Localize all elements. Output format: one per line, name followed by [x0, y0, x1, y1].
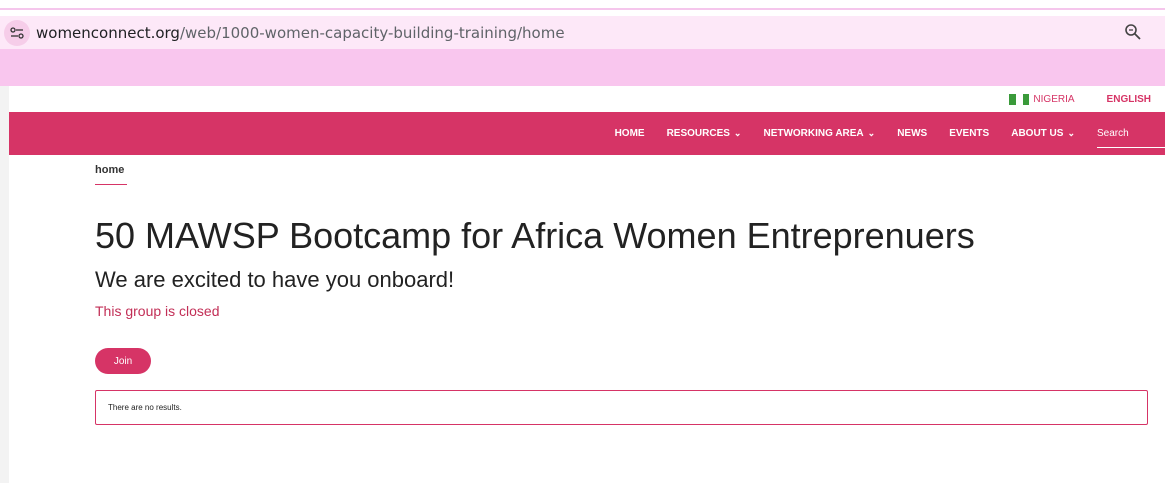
nav-news-label: NEWS: [897, 128, 928, 139]
country-selector[interactable]: NIGERIA: [1033, 94, 1074, 105]
nav-events[interactable]: EVENTS: [949, 128, 989, 139]
flag-stripe-middle: [1016, 93, 1023, 105]
tune-icon[interactable]: [4, 20, 30, 46]
main-navbar: HOME RESOURCES ⌄ NETWORKING AREA ⌄ NEWS EV…: [9, 112, 1165, 155]
nav-home[interactable]: HOME: [615, 128, 645, 139]
search-underline: [1097, 147, 1165, 148]
chevron-down-icon: ⌄: [1067, 128, 1075, 138]
page-title: 50 MAWSP Bootcamp for Africa Women Entre…: [95, 215, 975, 256]
flag-stripe-right: [1022, 93, 1030, 105]
nav-resources[interactable]: RESOURCES ⌄: [667, 128, 742, 139]
nav-about-us[interactable]: ABOUT US ⌄: [1011, 128, 1075, 139]
search-placeholder: Search: [1097, 128, 1129, 139]
results-panel: There are no results.: [95, 390, 1148, 425]
nav-about-us-label: ABOUT US: [1011, 128, 1064, 139]
zoom-icon-glyph: [1125, 24, 1141, 40]
breadcrumb[interactable]: home: [95, 164, 124, 176]
url-domain: womenconnect.org: [36, 24, 180, 42]
browser-top-accent: [0, 8, 1165, 10]
join-button[interactable]: Join: [95, 348, 151, 374]
address-bar[interactable]: womenconnect.org/web/1000-women-capacity…: [0, 16, 1165, 49]
no-results-text: There are no results.: [108, 403, 182, 412]
web-page: NIGERIA ENGLISH HOME RESOURCES ⌄ NETWORKI…: [9, 86, 1165, 483]
flag-stripe-left: [1009, 93, 1017, 105]
chevron-down-icon: ⌄: [733, 128, 742, 138]
browser-tab-strip: [0, 49, 1165, 86]
tune-icon-glyph: [10, 27, 24, 39]
page-subtitle: We are excited to have you onboard!: [95, 267, 455, 292]
nav-resources-label: RESOURCES: [666, 128, 730, 139]
page-gutter: [0, 86, 9, 483]
nav-networking-area-label: NETWORKING AREA: [763, 128, 864, 139]
breadcrumb-underline: [95, 184, 127, 185]
group-status: This group is closed: [95, 303, 220, 319]
nav-home-label: HOME: [614, 128, 645, 139]
url-text[interactable]: womenconnect.org/web/1000-women-capacity…: [36, 24, 565, 42]
nav-news[interactable]: NEWS: [897, 128, 927, 139]
language-bar: NIGERIA ENGLISH: [1009, 86, 1165, 112]
search-input[interactable]: Search: [1097, 112, 1165, 155]
zoom-icon[interactable]: [1123, 22, 1143, 42]
nav-items: HOME RESOURCES ⌄ NETWORKING AREA ⌄ NEWS EV…: [615, 112, 1165, 155]
nigeria-flag-icon: [1009, 93, 1030, 105]
language-selector[interactable]: ENGLISH: [1107, 94, 1151, 105]
nav-networking-area[interactable]: NETWORKING AREA ⌄: [763, 128, 875, 139]
browser-top-strip: [0, 0, 1165, 10]
url-path: /web/1000-women-capacity-building-traini…: [179, 24, 565, 42]
nav-events-label: EVENTS: [949, 128, 990, 139]
chevron-down-icon: ⌄: [867, 128, 876, 138]
